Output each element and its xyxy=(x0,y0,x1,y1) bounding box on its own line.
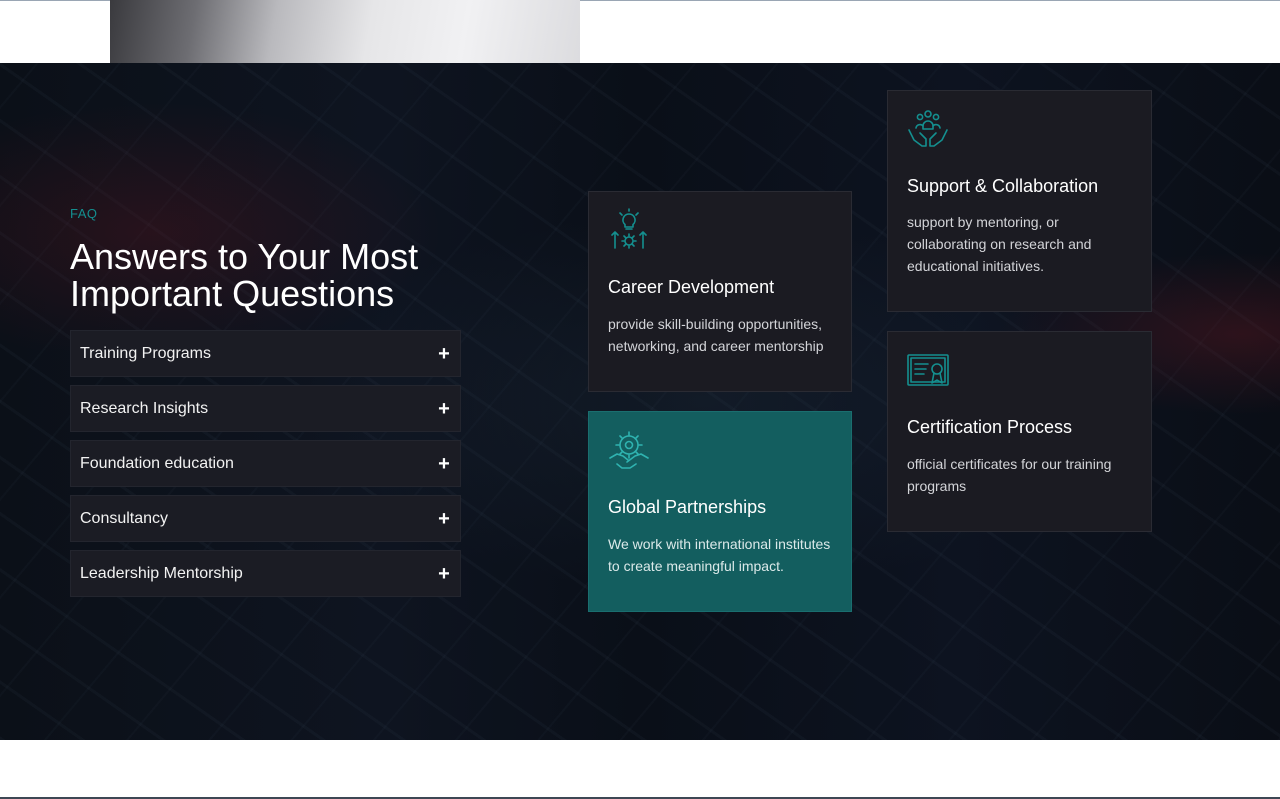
plus-icon[interactable]: + xyxy=(437,344,451,364)
accordion-item-foundation-education[interactable]: Foundation education + xyxy=(70,440,461,487)
faq-heading: Answers to Your Most Important Questions xyxy=(70,236,419,314)
lightbulb-gear-icon xyxy=(611,208,647,249)
hero-image xyxy=(110,0,580,63)
accordion-item-leadership-mentorship[interactable]: Leadership Mentorship + xyxy=(70,550,461,597)
accordion-label: Leadership Mentorship xyxy=(80,564,243,582)
accordion-label: Foundation education xyxy=(80,454,234,472)
bottom-white-strip xyxy=(0,740,1280,799)
card-description: support by mentoring, or collaborating o… xyxy=(907,214,1092,274)
card-title: Support & Collaboration xyxy=(907,176,1099,196)
accordion-item-training-programs[interactable]: Training Programs + xyxy=(70,330,461,377)
plus-icon[interactable]: + xyxy=(437,509,451,529)
accordion-label: Research Insights xyxy=(80,399,209,417)
card-description: provide skill-building opportunities, ne… xyxy=(608,316,824,354)
card-support-collaboration: Support & Collaboration support by mento… xyxy=(887,90,1152,312)
card-title: Global Partnerships xyxy=(608,497,767,517)
accordion-label: Consultancy xyxy=(80,509,169,527)
accordion-item-consultancy[interactable]: Consultancy + xyxy=(70,495,461,542)
card-global-partnerships: Global Partnerships We work with interna… xyxy=(588,411,852,612)
plus-icon[interactable]: + xyxy=(437,399,451,419)
handshake-gear-icon xyxy=(609,431,649,469)
card-career-development: Career Development provide skill-buildin… xyxy=(588,191,852,392)
hands-people-icon xyxy=(908,110,948,147)
faq-eyebrow-label: FAQ xyxy=(70,206,98,221)
card-description: official certificates for our training p… xyxy=(907,456,1112,494)
card-description: We work with international institutes to… xyxy=(608,536,831,574)
plus-icon[interactable]: + xyxy=(437,564,451,584)
card-title: Career Development xyxy=(608,277,775,297)
accordion-label: Training Programs xyxy=(80,344,212,362)
plus-icon[interactable]: + xyxy=(437,454,451,474)
certificate-icon xyxy=(907,354,949,386)
card-certification-process: Certification Process official certifica… xyxy=(887,331,1152,532)
card-title: Certification Process xyxy=(907,417,1073,437)
faq-accordion: Training Programs + Research Insights + … xyxy=(70,330,461,605)
accordion-item-research-insights[interactable]: Research Insights + xyxy=(70,385,461,432)
